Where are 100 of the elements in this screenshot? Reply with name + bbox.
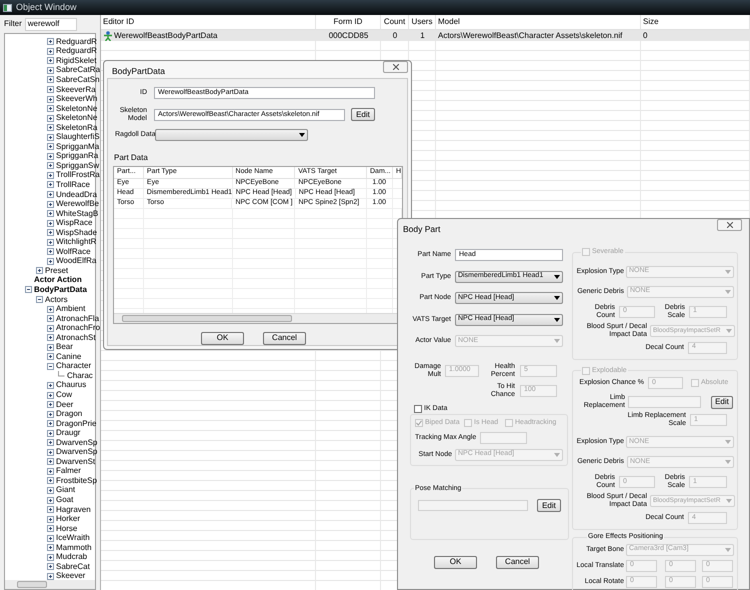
tree-item[interactable]: RigidSkelet: [56, 56, 96, 65]
expand-icon[interactable]: [47, 172, 54, 179]
tree-item[interactable]: Falmer: [56, 467, 81, 476]
tree-item[interactable]: DwarvenSp: [56, 438, 98, 447]
tree-item[interactable]: WerewolfBe: [56, 200, 99, 208]
expand-icon[interactable]: [47, 382, 54, 389]
expand-icon[interactable]: [47, 516, 54, 523]
ok-button[interactable]: OK: [201, 332, 244, 345]
expand-icon[interactable]: [47, 200, 54, 208]
expand-icon[interactable]: [47, 86, 54, 93]
expand-icon[interactable]: [47, 430, 54, 437]
expand-icon[interactable]: [47, 401, 54, 408]
tree-item[interactable]: SabreCatRa: [56, 66, 100, 74]
expand-icon[interactable]: [47, 563, 54, 570]
tree-item[interactable]: TrollFrostRa: [56, 171, 100, 180]
tree-item[interactable]: Draugr: [56, 429, 80, 438]
tree-item[interactable]: Chaurus: [56, 381, 86, 390]
tree-item[interactable]: WhiteStagB: [56, 210, 98, 218]
tree-item[interactable]: FrostbiteSp: [56, 476, 97, 485]
expand-icon[interactable]: [47, 38, 54, 46]
expand-icon[interactable]: [47, 162, 54, 170]
expand-icon[interactable]: [47, 238, 54, 246]
tree-item[interactable]: Horker: [56, 515, 80, 524]
tree-item[interactable]: TrollRace: [56, 180, 90, 189]
expand-icon[interactable]: [47, 152, 54, 160]
expand-icon[interactable]: [47, 544, 54, 552]
column-header[interactable]: Count: [381, 15, 409, 29]
collapse-icon[interactable]: [47, 362, 54, 370]
expand-icon[interactable]: [47, 324, 54, 332]
tree-item[interactable]: WispRace: [56, 219, 92, 228]
expand-icon[interactable]: [47, 229, 54, 236]
close-button[interactable]: [717, 219, 742, 231]
expand-icon[interactable]: [47, 96, 54, 103]
expand-icon[interactable]: [47, 525, 54, 532]
expand-icon[interactable]: [47, 353, 54, 360]
tree-item[interactable]: SlaughterfiS: [56, 133, 100, 142]
tree-item[interactable]: Preset: [45, 266, 68, 275]
tree-item[interactable]: IceWraith: [56, 534, 90, 542]
expand-icon[interactable]: [47, 48, 54, 55]
tree-item[interactable]: Mammoth: [56, 544, 92, 552]
tree-item[interactable]: Skeever: [56, 572, 86, 580]
tree-item[interactable]: SkeeverRa: [56, 86, 96, 94]
tree-item[interactable]: RedguardR: [56, 47, 97, 56]
tree-item[interactable]: SprigganMa: [56, 142, 100, 151]
expand-icon[interactable]: [47, 572, 54, 580]
tree-item[interactable]: AtronachFla: [56, 314, 100, 323]
cancel-button[interactable]: Cancel: [263, 332, 306, 345]
tree-item[interactable]: Giant: [56, 486, 76, 494]
edit-button[interactable]: Edit: [351, 108, 375, 122]
expand-icon[interactable]: [47, 76, 54, 84]
tree-item[interactable]: Ambient: [56, 305, 86, 314]
expand-icon[interactable]: [47, 477, 54, 484]
expand-icon[interactable]: [47, 554, 54, 561]
tree-item[interactable]: AtronachFro: [56, 324, 100, 332]
tree-item[interactable]: SkeeverWh: [56, 95, 98, 104]
tree-item[interactable]: SkeletonNe: [56, 114, 98, 122]
tree-item[interactable]: Mudcrab: [56, 553, 88, 562]
expand-icon[interactable]: [36, 267, 43, 274]
expand-icon[interactable]: [47, 468, 54, 475]
expand-icon[interactable]: [47, 57, 54, 64]
expand-icon[interactable]: [47, 420, 54, 428]
close-button[interactable]: [383, 61, 408, 73]
tree-item[interactable]: SprigganRa: [56, 152, 98, 160]
tree-item[interactable]: DwarvenSp: [56, 448, 98, 456]
expand-icon[interactable]: [47, 66, 54, 74]
column-header[interactable]: Model: [436, 15, 641, 29]
tree-item[interactable]: Dragon: [56, 410, 82, 418]
filter-field[interactable]: werewolf: [24, 18, 77, 30]
tree-item[interactable]: WispShade: [56, 228, 97, 237]
expand-icon[interactable]: [47, 506, 54, 514]
expand-icon[interactable]: [47, 210, 54, 218]
tree-item[interactable]: UndeadDra: [56, 190, 97, 199]
expand-icon[interactable]: [47, 143, 54, 150]
expand-icon[interactable]: [47, 134, 54, 141]
expand-icon[interactable]: [47, 105, 54, 112]
column-header[interactable]: Size: [641, 15, 750, 29]
tree-item[interactable]: Actors: [45, 296, 68, 304]
tree-item[interactable]: RedguardR: [56, 38, 97, 46]
tree-item[interactable]: SabreCat: [56, 562, 90, 571]
tree-item[interactable]: SabreCatSn: [56, 76, 100, 84]
edit-button[interactable]: Edit: [537, 499, 561, 512]
tree-item[interactable]: Charac: [67, 372, 93, 380]
column-header[interactable]: Form ID: [316, 15, 381, 29]
tree-item[interactable]: Canine: [56, 352, 82, 361]
tree-item[interactable]: Character: [56, 362, 92, 370]
expand-icon[interactable]: [47, 410, 54, 418]
tree-item[interactable]: Deer: [56, 400, 74, 409]
list-row[interactable]: WerewolfBeastBodyPartData 000CDD85 0 1 Actors\WerewolfBeast\Character Assets\skeleton.nif 0: [101, 30, 750, 41]
tree-item[interactable]: DwarvenSt: [56, 458, 96, 466]
expand-icon[interactable]: [47, 448, 54, 456]
expand-icon[interactable]: [47, 306, 54, 313]
tree-item[interactable]: SprigganSw: [56, 162, 100, 170]
tree-item[interactable]: WolfRace: [56, 248, 91, 256]
collapse-icon[interactable]: [36, 296, 43, 304]
tree-item[interactable]: WitchlightR: [56, 238, 96, 246]
tree-item[interactable]: Goat: [56, 496, 74, 504]
tree-item[interactable]: Bear: [56, 343, 73, 352]
expand-icon[interactable]: [47, 315, 54, 322]
expand-icon[interactable]: [47, 392, 54, 398]
expand-icon[interactable]: [47, 534, 54, 542]
